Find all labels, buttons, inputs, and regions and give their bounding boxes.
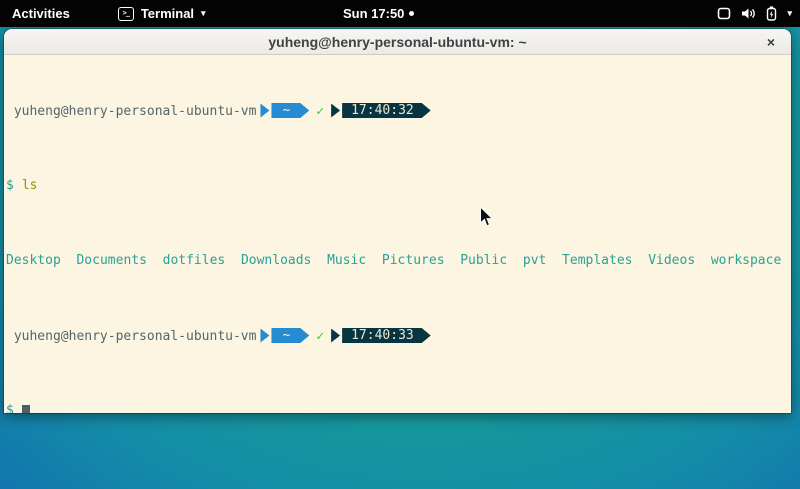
chevron-down-icon: ▾	[201, 9, 206, 18]
status-check-icon: ✓	[316, 329, 324, 344]
titlebar[interactable]: yuheng@henry-personal-ubuntu-vm: ~ ×	[4, 29, 791, 55]
command-line: $ ls	[6, 178, 789, 193]
directory-name: Public	[460, 253, 507, 268]
time-segment: 17:40:32	[342, 103, 431, 118]
activities-button[interactable]: Activities	[2, 0, 80, 27]
directory-name: Documents	[76, 253, 146, 268]
window-title: yuheng@henry-personal-ubuntu-vm: ~	[268, 34, 526, 50]
directory-name: workspace	[711, 253, 781, 268]
prompt-symbol: $	[6, 403, 14, 413]
screen-icon	[717, 7, 731, 20]
prompt-line: yuheng@henry-personal-ubuntu-vm ~ ✓ 17:40:3…	[6, 328, 789, 343]
directory-name: Pictures	[382, 253, 445, 268]
mouse-pointer-icon	[479, 206, 494, 228]
powerline-arrow-icon	[331, 104, 340, 118]
battery-charging-icon	[766, 6, 777, 21]
app-menu-button[interactable]: >_ Terminal ▾	[108, 0, 216, 27]
directory-name: dotfiles	[163, 253, 226, 268]
text-cursor	[22, 405, 30, 413]
directory-name: Videos	[648, 253, 695, 268]
chevron-down-icon: ▾	[787, 9, 792, 18]
input-line[interactable]: $	[6, 403, 789, 413]
desktop: Activities >_ Terminal ▾ Sun 17:50	[0, 0, 800, 489]
directory-name: pvt	[523, 253, 546, 268]
clock-button[interactable]: Sun 17:50	[343, 0, 414, 27]
cwd-segment: ~	[271, 103, 309, 118]
clock-label: Sun 17:50	[343, 6, 404, 21]
terminal-window: yuheng@henry-personal-ubuntu-vm: ~ × yuh…	[4, 29, 791, 413]
app-menu-label: Terminal	[141, 6, 194, 21]
close-button[interactable]: ×	[762, 33, 780, 51]
powerline-arrow-icon	[331, 329, 340, 343]
status-check-icon: ✓	[316, 104, 324, 119]
prompt-line: yuheng@henry-personal-ubuntu-vm ~ ✓ 17:40:3…	[6, 103, 789, 118]
command-text: ls	[22, 178, 38, 193]
prompt-symbol: $	[6, 178, 14, 193]
directory-name: Downloads	[241, 253, 311, 268]
top-bar: Activities >_ Terminal ▾ Sun 17:50	[0, 0, 800, 27]
ls-output-line: Desktop Documents dotfiles Downloads Music Pi…	[6, 253, 789, 268]
system-menu-button[interactable]: ▾	[717, 0, 792, 27]
terminal-icon: >_	[118, 7, 134, 21]
directory-name: Desktop	[6, 253, 61, 268]
prompt-host: yuheng@henry-personal-ubuntu-vm	[6, 329, 256, 344]
powerline-arrow-icon	[260, 329, 269, 343]
notification-dot-icon	[409, 11, 414, 16]
powerline-arrow-icon	[260, 104, 269, 118]
prompt-host: yuheng@henry-personal-ubuntu-vm	[6, 104, 256, 119]
terminal-content[interactable]: yuheng@henry-personal-ubuntu-vm ~ ✓ 17:40:3…	[4, 55, 791, 412]
directory-name: Music	[327, 253, 366, 268]
cwd-segment: ~	[271, 328, 309, 343]
time-segment: 17:40:33	[342, 328, 431, 343]
volume-icon	[741, 7, 756, 20]
directory-name: Templates	[562, 253, 632, 268]
